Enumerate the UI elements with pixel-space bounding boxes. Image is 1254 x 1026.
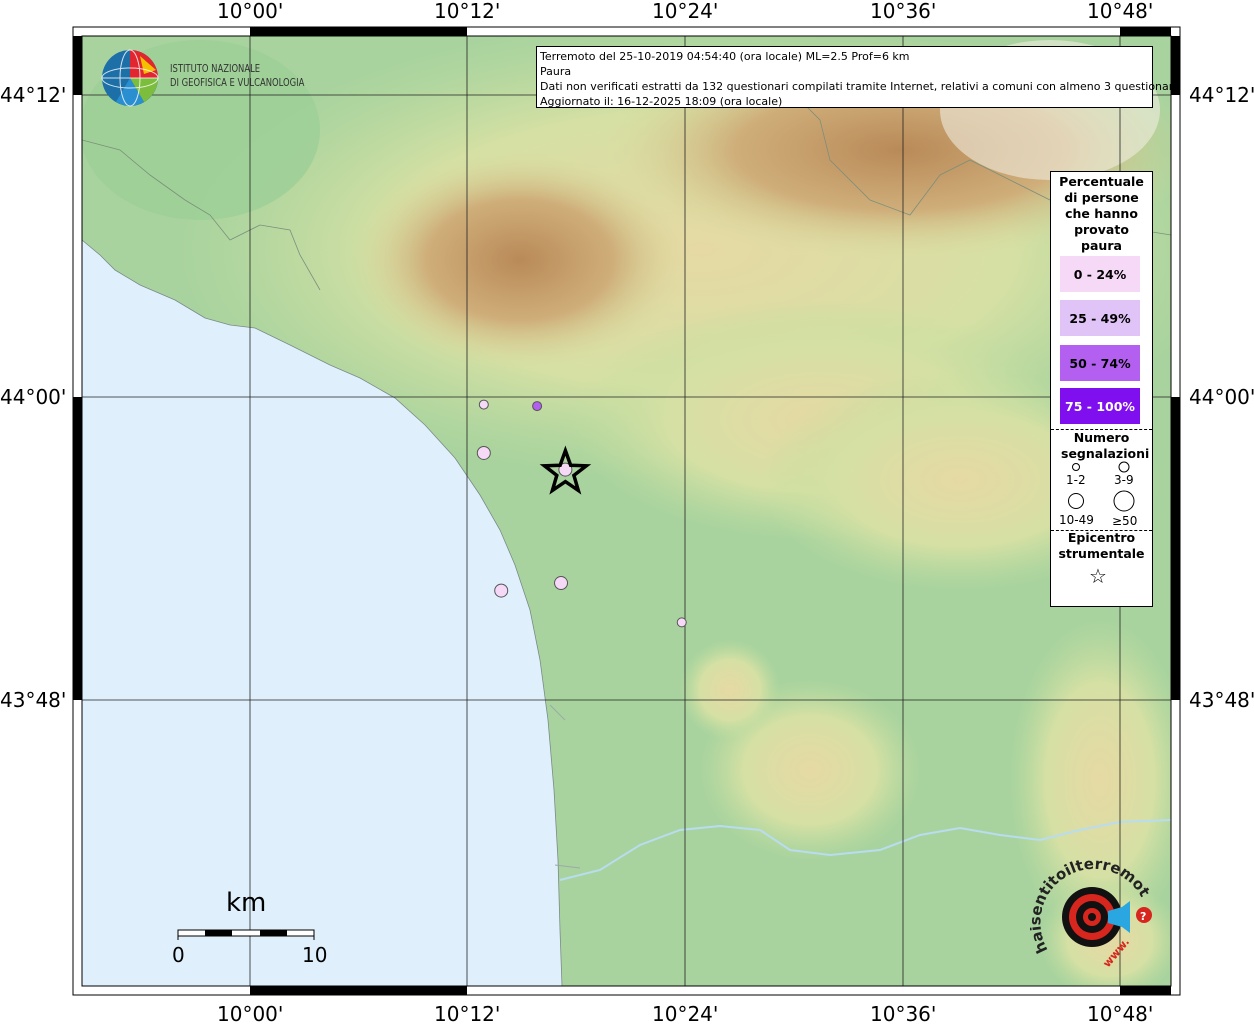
- lat-label-left-1: 44°12': [0, 83, 67, 107]
- lat-label-right-2: 44°00': [1189, 385, 1254, 409]
- legend: Percentuale di persone che hanno provato…: [1050, 171, 1153, 607]
- data-note: Dati non verificati estratti da 132 ques…: [540, 80, 1180, 93]
- legend-class-2: 25 - 49%: [1060, 300, 1140, 336]
- intensity-point: [476, 445, 491, 460]
- lon-label-top-4: 10°36': [870, 0, 937, 23]
- intensity-point: [554, 576, 569, 591]
- legend-count-circles: [1068, 461, 1135, 512]
- legend-count-1: 1-2: [1066, 473, 1086, 487]
- scale-max: 10: [302, 943, 328, 967]
- lon-label-bottom-4: 10°36': [870, 1002, 937, 1026]
- lon-label-bottom-2: 10°12': [434, 1002, 501, 1026]
- ingv-name: ISTITUTO NAZIONALE DI GEOFISICA E VULCAN…: [170, 62, 304, 90]
- legend-class-4: 75 - 100%: [1060, 388, 1140, 424]
- lon-label-bottom-5: 10°48': [1087, 1002, 1154, 1026]
- lon-label-bottom-3: 10°24': [652, 1002, 719, 1026]
- intensity-point: [478, 399, 489, 410]
- intensity-point: [494, 583, 509, 598]
- ingv-name-line2: DI GEOFISICA E VULCANOLOGIA: [170, 76, 305, 89]
- ingv-name-line1: ISTITUTO NAZIONALE: [170, 62, 261, 75]
- lon-label-top-2: 10°12': [434, 0, 501, 23]
- event-info-box: Terremoto del 25-10-2019 04:54:40 (ora l…: [536, 46, 1180, 108]
- lon-label-top-1: 10°00': [217, 0, 284, 23]
- lat-label-right-3: 43°48': [1189, 688, 1254, 712]
- lon-label-top-3: 10°24': [652, 0, 719, 23]
- scale-min: 0: [172, 943, 185, 967]
- star-icon: ☆: [1089, 564, 1107, 588]
- legend-count-title: Numero segnalazioni: [1061, 430, 1150, 461]
- lat-label-left-3: 43°48': [0, 688, 67, 712]
- lat-label-right-1: 44°12': [1189, 83, 1254, 107]
- intensity-point: [532, 401, 543, 412]
- event-title: Terremoto del 25-10-2019 04:54:40 (ora l…: [540, 50, 910, 63]
- update-time: Aggiornato il: 16-12-2025 18:09 (ora loc…: [540, 95, 783, 108]
- legend-class-3: 50 - 74%: [1060, 345, 1140, 381]
- legend-count-4: ≥50: [1112, 514, 1138, 528]
- svg-text:?: ?: [1140, 910, 1146, 923]
- hsn-logo: haisentitoilterremoto.it ? www.: [1025, 841, 1160, 980]
- map-area: [82, 36, 1171, 986]
- legend-title: Percentuale di persone che hanno provato…: [1059, 174, 1144, 253]
- map-parameter: Paura: [540, 65, 572, 78]
- lat-label-left-2: 44°00': [0, 385, 67, 409]
- globe-icon: [101, 49, 159, 107]
- lon-label-bottom-1: 10°00': [217, 1002, 284, 1026]
- lon-label-top-5: 10°48': [1087, 0, 1154, 23]
- scale-unit: km: [226, 888, 267, 918]
- legend-epicenter-title: Epicentro strumentale: [1058, 530, 1145, 561]
- legend-class-1: 0 - 24%: [1060, 256, 1140, 292]
- intensity-point: [676, 617, 687, 628]
- legend-count-2: 3-9: [1114, 473, 1134, 487]
- legend-count-3: 10-49: [1059, 513, 1094, 527]
